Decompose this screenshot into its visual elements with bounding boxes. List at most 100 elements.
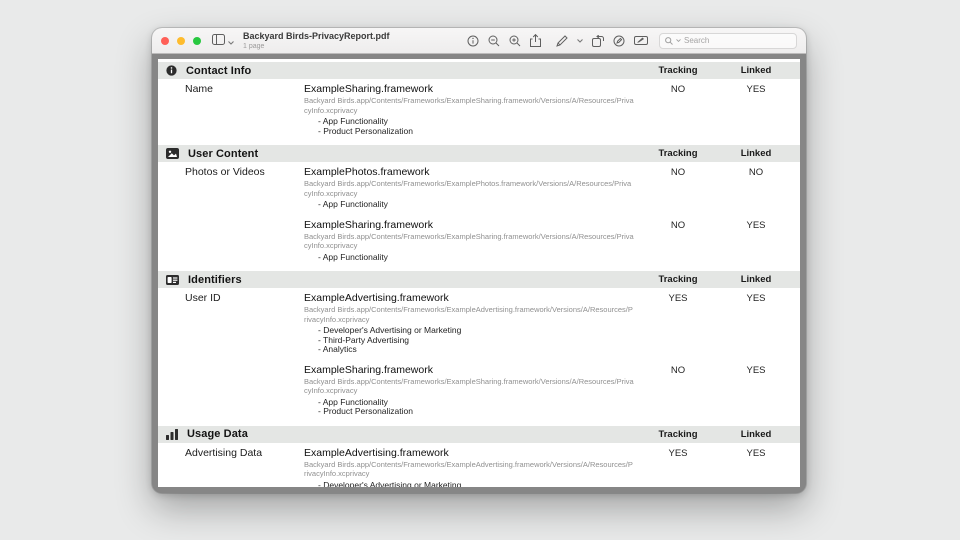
section-title: User Content [188, 148, 258, 160]
purpose-item: App Functionality [318, 200, 640, 210]
linked-column-header: Linked [716, 274, 796, 285]
tracking-column-header: Tracking [640, 274, 716, 285]
privacy-section: Usage Data Tracking Linked Advertising D… [158, 426, 800, 488]
section-rows: User ID ExampleAdvertising.framework Bac… [158, 288, 800, 426]
window-titlebar[interactable]: Backyard Birds-PrivacyReport.pdf 1 page [152, 28, 806, 54]
framework-entry: ExampleSharing.framework Backyard Birds.… [158, 220, 800, 263]
data-type-label [185, 220, 304, 263]
data-type-label: Photos or Videos [185, 167, 304, 210]
framework-name: ExamplePhotos.framework [304, 167, 640, 178]
tracking-value: YES [640, 448, 716, 488]
zoom-out-button[interactable] [488, 35, 500, 47]
preview-window: Backyard Birds-PrivacyReport.pdf 1 page [152, 28, 806, 493]
framework-path: Backyard Birds.app/Contents/Frameworks/E… [304, 96, 634, 115]
purpose-item: App Functionality [318, 253, 640, 263]
id-card-icon [166, 275, 179, 285]
zoom-button[interactable] [193, 37, 201, 45]
framework-entry: Advertising Data ExampleAdvertising.fram… [158, 448, 800, 488]
purpose-list: App Functionality [304, 253, 640, 263]
framework-name: ExampleAdvertising.framework [304, 448, 640, 459]
tracking-value: NO [640, 365, 716, 417]
search-icon [665, 37, 673, 45]
privacy-section: User Content Tracking Linked Photos or V… [158, 145, 800, 271]
purpose-item: Analytics [318, 345, 640, 355]
section-title: Contact Info [186, 65, 251, 77]
search-input[interactable]: Search [659, 33, 797, 49]
document-scroll-area[interactable]: Contact Info Tracking Linked Name Exampl… [152, 55, 806, 493]
linked-column-header: Linked [716, 429, 796, 440]
framework-name: ExampleSharing.framework [304, 84, 640, 95]
markup-chevron-down-icon[interactable] [577, 39, 583, 43]
framework-entry: Name ExampleSharing.framework Backyard B… [158, 84, 800, 136]
purpose-list: App FunctionalityProduct Personalization [304, 398, 640, 417]
tracking-value: NO [640, 167, 716, 210]
framework-path: Backyard Birds.app/Contents/Frameworks/E… [304, 305, 634, 324]
purpose-item: Developer's Advertising or Marketing [318, 481, 640, 488]
purpose-list: Developer's Advertising or MarketingThir… [304, 326, 640, 355]
section-header-bar: Identifiers Tracking Linked [158, 271, 800, 288]
section-rows: Advertising Data ExampleAdvertising.fram… [158, 443, 800, 488]
privacy-section: Contact Info Tracking Linked Name Exampl… [158, 62, 800, 145]
tracking-column-header: Tracking [640, 429, 716, 440]
tracking-value: NO [640, 220, 716, 263]
sidebar-toggle-button[interactable] [212, 32, 234, 50]
linked-value: YES [716, 84, 796, 136]
search-scope-chevron-icon [676, 39, 681, 42]
tracking-column-header: Tracking [640, 148, 716, 159]
zoom-in-button[interactable] [509, 35, 521, 47]
linked-value: YES [716, 365, 796, 417]
framework-entry: User ID ExampleAdvertising.framework Bac… [158, 293, 800, 355]
purpose-list: Developer's Advertising or MarketingThir… [304, 481, 640, 488]
share-button[interactable] [530, 34, 541, 47]
privacy-section: Identifiers Tracking Linked User ID Exam… [158, 271, 800, 426]
sidebar-icon [212, 32, 225, 50]
tracking-value: NO [640, 84, 716, 136]
close-button[interactable] [161, 37, 169, 45]
purpose-item: Third-Party Advertising [318, 336, 640, 346]
data-type-label: User ID [185, 293, 304, 355]
data-type-label [185, 365, 304, 417]
section-header-bar: User Content Tracking Linked [158, 145, 800, 162]
framework-name: ExampleSharing.framework [304, 365, 640, 376]
section-title: Usage Data [187, 428, 248, 440]
data-type-label: Name [185, 84, 304, 136]
markup-button[interactable] [556, 35, 568, 47]
linked-value: NO [716, 167, 796, 210]
linked-value: YES [716, 293, 796, 355]
framework-path: Backyard Birds.app/Contents/Frameworks/E… [304, 377, 634, 396]
linked-value: YES [716, 448, 796, 488]
framework-entry: Photos or Videos ExamplePhotos.framework… [158, 167, 800, 210]
section-rows: Photos or Videos ExamplePhotos.framework… [158, 162, 800, 271]
document-title: Backyard Birds-PrivacyReport.pdf [243, 32, 390, 41]
minimize-button[interactable] [177, 37, 185, 45]
info-icon [166, 65, 177, 76]
info-button[interactable] [467, 35, 479, 47]
section-title: Identifiers [188, 274, 242, 286]
document-title-block: Backyard Birds-PrivacyReport.pdf 1 page [243, 32, 390, 50]
framework-path: Backyard Birds.app/Contents/Frameworks/E… [304, 460, 634, 479]
tracking-value: YES [640, 293, 716, 355]
window-controls [161, 37, 201, 45]
document-page-count: 1 page [243, 43, 390, 50]
fill-sign-button[interactable] [634, 35, 648, 46]
tracking-column-header: Tracking [640, 65, 716, 76]
section-header-bar: Contact Info Tracking Linked [158, 62, 800, 79]
data-type-label: Advertising Data [185, 448, 304, 488]
chevron-down-icon [228, 32, 234, 50]
annotate-button[interactable] [613, 35, 625, 47]
section-header-bar: Usage Data Tracking Linked [158, 426, 800, 443]
purpose-list: App Functionality [304, 200, 640, 210]
linked-value: YES [716, 220, 796, 263]
framework-entry: ExampleSharing.framework Backyard Birds.… [158, 365, 800, 417]
framework-name: ExampleAdvertising.framework [304, 293, 640, 304]
framework-path: Backyard Birds.app/Contents/Frameworks/E… [304, 179, 634, 198]
linked-column-header: Linked [716, 148, 796, 159]
photos-icon [166, 148, 179, 159]
section-rows: Name ExampleSharing.framework Backyard B… [158, 79, 800, 145]
purpose-item: Product Personalization [318, 127, 640, 137]
rotate-button[interactable] [592, 35, 604, 47]
framework-name: ExampleSharing.framework [304, 220, 640, 231]
pdf-page: Contact Info Tracking Linked Name Exampl… [158, 59, 800, 487]
framework-path: Backyard Birds.app/Contents/Frameworks/E… [304, 232, 634, 251]
search-placeholder: Search [684, 36, 709, 45]
